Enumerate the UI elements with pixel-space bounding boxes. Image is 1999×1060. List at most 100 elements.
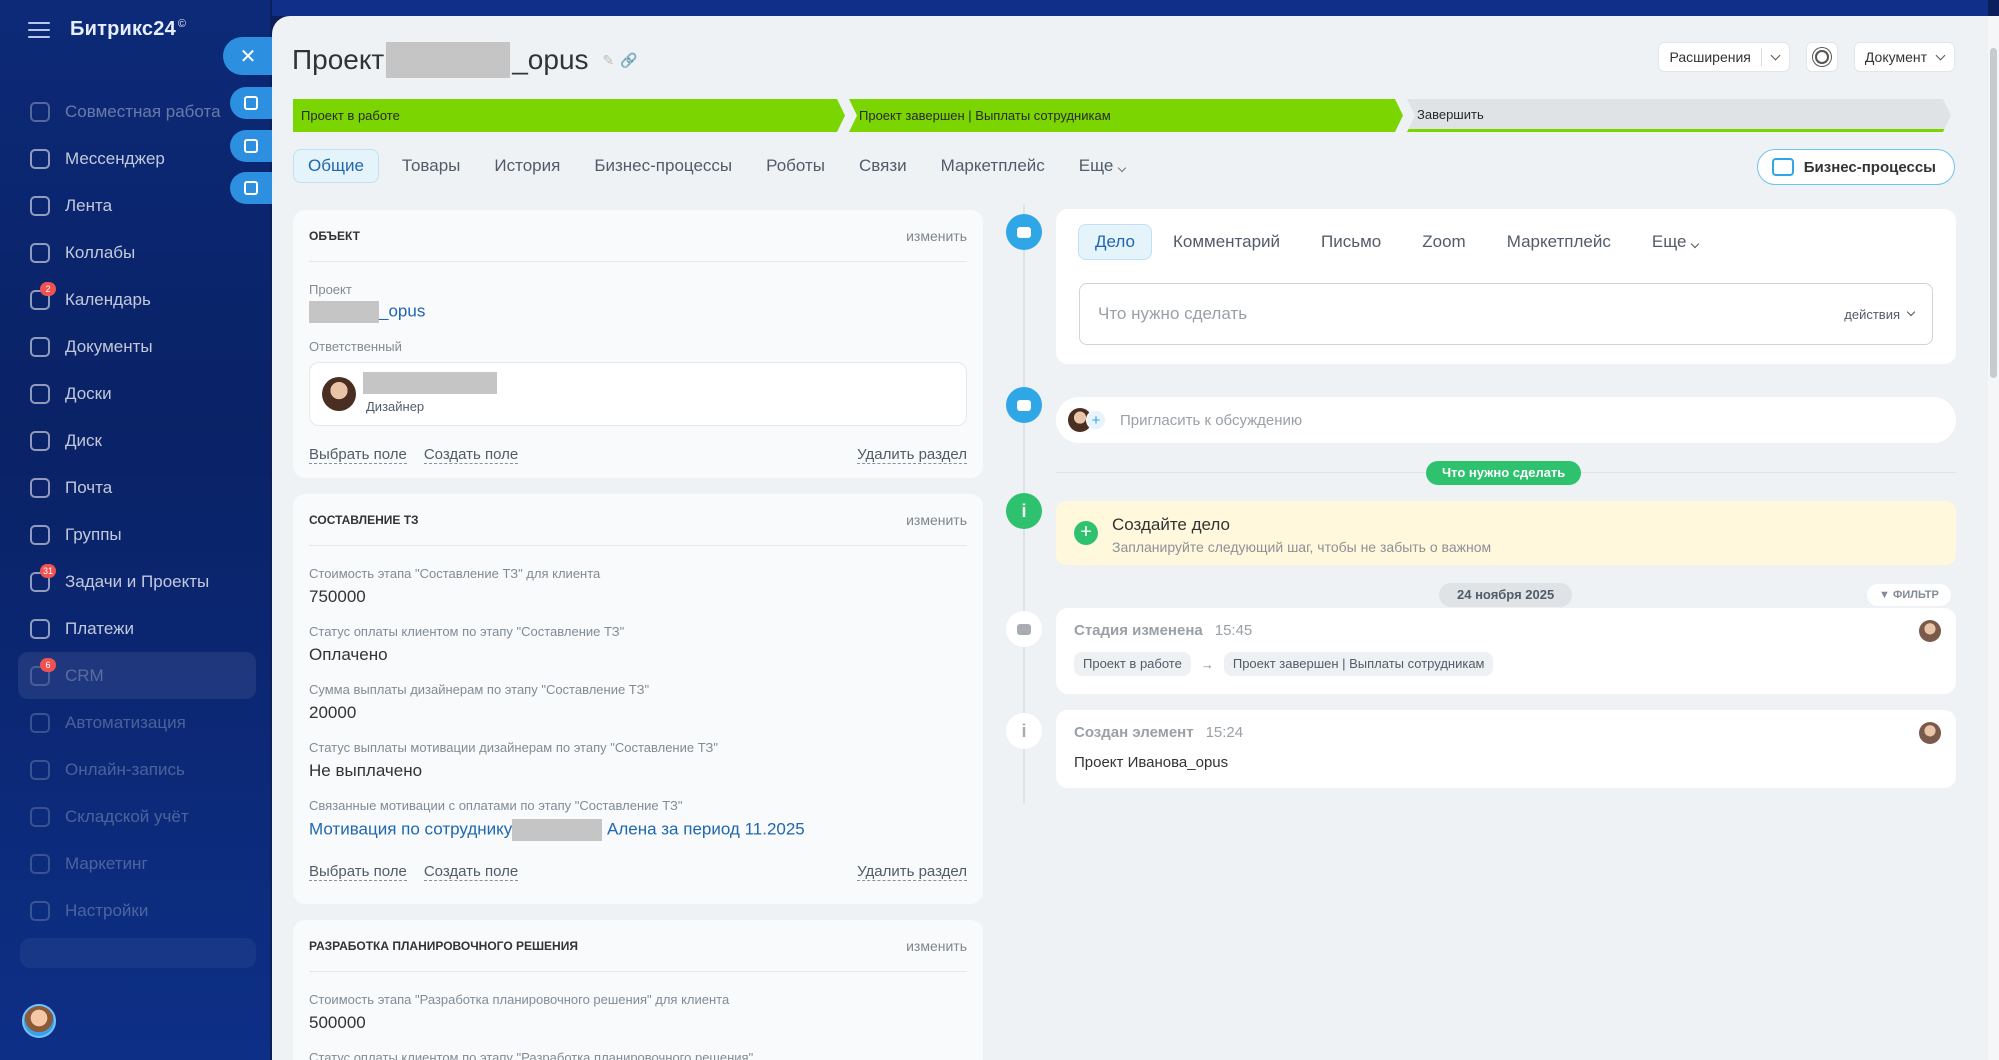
create-task-card[interactable]: + Создайте дело Запланируйте следующий ш… — [1056, 501, 1956, 565]
sidebar-item[interactable]: Календарь 2 — [18, 276, 256, 323]
invite-placeholder: Пригласить к обсуждению — [1120, 411, 1303, 429]
tab-relations[interactable]: Связи — [859, 156, 907, 176]
sidebar-item[interactable]: Доски — [18, 370, 256, 417]
card-title: РАЗРАБОТКА ПЛАНИРОВОЧНОГО РЕШЕНИЯ — [309, 938, 578, 953]
stage-completed-payouts[interactable]: Проект завершен | Выплаты сотрудникам — [849, 99, 1403, 132]
scrollbar-thumb[interactable] — [1990, 48, 1997, 378]
task-input[interactable]: Что нужно сделать действия — [1079, 283, 1933, 345]
chevron-down-icon — [1770, 50, 1781, 60]
tab-general[interactable]: Общие — [293, 149, 379, 183]
edit-title-icon[interactable]: ✎🔗 — [603, 52, 644, 69]
sidebar-item[interactable]: Настройки — [18, 887, 256, 934]
field-payment-status: Статус оплаты клиентом по этапу "Составл… — [309, 624, 967, 665]
sidebar-item[interactable]: Документы — [18, 323, 256, 370]
sidebar-item-label: Настройки — [65, 900, 149, 920]
tab-marketplace[interactable]: Маркетплейс — [941, 156, 1045, 176]
tab-history[interactable]: История — [494, 156, 560, 176]
sidebar-item[interactable]: Мессенджер — [18, 135, 256, 182]
sidebar-item-label: CRM — [65, 665, 104, 685]
tab-task[interactable]: Дело — [1078, 224, 1152, 260]
field-label: Ответственный — [309, 339, 402, 354]
tab-comment[interactable]: Комментарий — [1173, 232, 1280, 252]
menu-icon[interactable] — [28, 21, 50, 38]
plus-icon[interactable]: + — [1086, 410, 1106, 430]
select-field-link[interactable]: Выбрать поле — [309, 863, 407, 881]
edit-link[interactable]: изменить — [906, 938, 967, 954]
sidebar-item[interactable]: Диск — [18, 417, 256, 464]
create-field-link[interactable]: Создать поле — [423, 863, 519, 881]
tab-email[interactable]: Письмо — [1321, 232, 1381, 252]
field-label: Статус выплаты мотивации дизайнерам по э… — [309, 740, 718, 755]
sidebar-item[interactable]: Платежи — [18, 605, 256, 652]
tab-robots[interactable]: Роботы — [766, 156, 825, 176]
field-label: Статус оплаты клиентом по этапу "Разрабо… — [309, 1050, 754, 1060]
document-button[interactable]: Документ — [1853, 42, 1955, 72]
minimize-button[interactable] — [230, 130, 272, 162]
sidebar-item-icon — [30, 712, 50, 733]
responsible-card[interactable]: Дизайнер — [309, 362, 967, 426]
invite-to-discussion[interactable]: + Пригласить к обсуждению — [1056, 397, 1956, 443]
field-value: 20000 — [309, 703, 357, 722]
settings-button[interactable] — [1805, 42, 1838, 72]
extensions-button[interactable]: Расширения — [1658, 42, 1790, 72]
open-new-window-button[interactable] — [230, 172, 272, 204]
logo[interactable]: Битрикс24 © — [70, 18, 186, 41]
sidebar-item-label: Онлайн-запись — [65, 759, 185, 779]
sidebar-item-icon — [30, 477, 50, 498]
redacted-name — [309, 301, 379, 323]
copy-link-button[interactable] — [230, 87, 272, 119]
sidebar-item-label: Доски — [65, 383, 112, 403]
field-motivation-status: Статус выплаты мотивации дизайнерам по э… — [309, 740, 967, 781]
sidebar-nav: Совместная работа Мессенджер Лента Коллабы К… — [18, 88, 256, 934]
project-link[interactable]: _opus — [379, 301, 425, 320]
create-field-link[interactable]: Создать поле — [423, 446, 519, 464]
select-field-link[interactable]: Выбрать поле — [309, 446, 407, 464]
filter-button[interactable]: ▼ ФИЛЬТР — [1867, 584, 1951, 606]
sidebar-item[interactable]: Складской учёт — [18, 793, 256, 840]
sidebar-item-label: Группы — [65, 524, 122, 544]
link-icon — [244, 96, 258, 110]
actions-dropdown[interactable]: действия — [1844, 307, 1916, 322]
stage-label: Проект в работе — [301, 108, 400, 123]
sidebar-item[interactable]: Задачи и Проекты 31 — [18, 558, 256, 605]
responsible-role: Дизайнер — [366, 399, 425, 414]
plus-icon[interactable]: + — [1074, 521, 1098, 545]
tab-products[interactable]: Товары — [402, 156, 460, 176]
sidebar-item[interactable]: Совместная работа — [18, 88, 256, 135]
counter-badge: 31 — [40, 564, 57, 578]
business-processes-button[interactable]: Бизнес-процессы — [1756, 149, 1955, 185]
close-slider-button[interactable]: ✕ — [223, 37, 273, 75]
stage-finish[interactable]: Завершить — [1407, 99, 1951, 132]
sidebar-item-label: Почта — [65, 477, 113, 497]
redacted-name — [363, 372, 497, 394]
scrollbar[interactable] — [1988, 16, 1999, 1060]
close-icon: ✕ — [239, 45, 257, 68]
sidebar-item[interactable]: CRM 6 — [18, 652, 256, 699]
user-avatar[interactable] — [22, 1004, 56, 1038]
sidebar-item[interactable]: Маркетинг — [18, 840, 256, 887]
edit-link[interactable]: изменить — [906, 228, 967, 244]
tab-more[interactable]: Еще — [1079, 156, 1127, 176]
sidebar-item[interactable]: Коллабы — [18, 229, 256, 276]
sidebar-item[interactable]: Онлайн-запись — [18, 746, 256, 793]
sidebar-item-label: Календарь — [65, 289, 151, 309]
toolbar-right: Расширения Документ — [1658, 42, 1955, 72]
avatar — [1919, 722, 1941, 744]
tab-zoom[interactable]: Zoom — [1422, 232, 1465, 252]
tab-business-processes[interactable]: Бизнес-процессы — [594, 156, 732, 176]
stage-in-work[interactable]: Проект в работе — [293, 99, 845, 132]
extensions-label: Расширения — [1669, 49, 1751, 65]
avatar — [322, 377, 356, 411]
sidebar-item-label: Коллабы — [65, 242, 136, 262]
sidebar-item[interactable]: Лента — [18, 182, 256, 229]
delete-section-link[interactable]: Удалить раздел — [857, 446, 967, 464]
tab-marketplace[interactable]: Маркетплейс — [1507, 232, 1611, 252]
sidebar-item[interactable]: Группы — [18, 511, 256, 558]
delete-section-link[interactable]: Удалить раздел — [857, 863, 967, 881]
sidebar-item[interactable]: Почта — [18, 464, 256, 511]
edit-link[interactable]: изменить — [906, 512, 967, 528]
motivation-link[interactable]: Мотивация по сотруднику Алена за период … — [309, 819, 967, 841]
tab-more[interactable]: Еще — [1652, 232, 1700, 252]
sidebar-item[interactable]: Автоматизация — [18, 699, 256, 746]
top-bar-background — [272, 0, 1988, 16]
